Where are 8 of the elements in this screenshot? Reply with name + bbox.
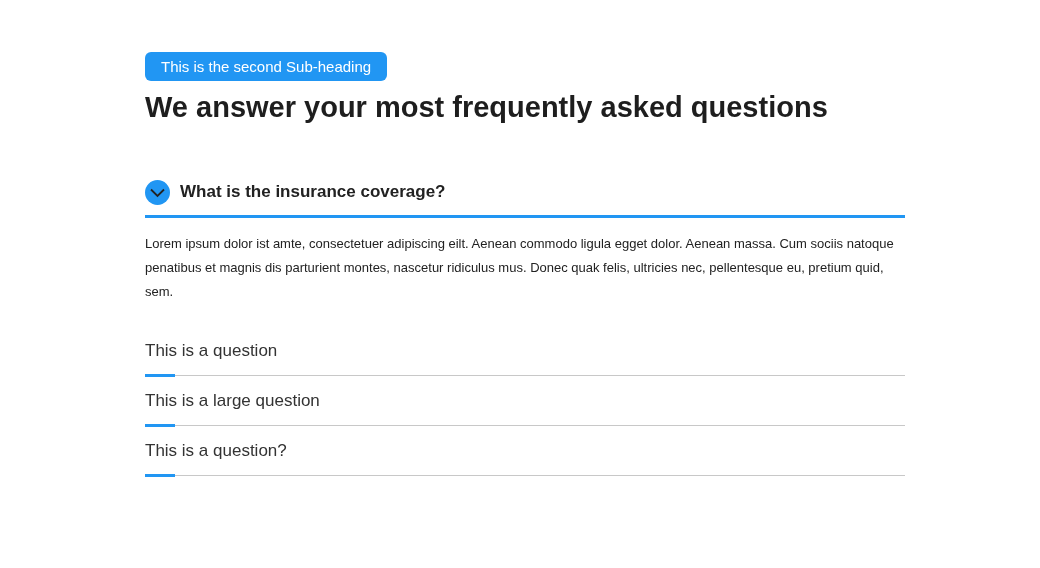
- answer-text: Lorem ipsum dolor ist amte, consectetuer adipiscing eilt. Aenean commodo ligula egget dolor. Aenean massa. Cum sociis natoque penatibus et magnis dis parturient montes, nascetur ridiculus mus. Donec quak felis, ultricies nec, pellentesque eu, pretium quid, sem.: [145, 235, 895, 301]
- sub-heading-badge: This is the second Sub-heading: [145, 52, 388, 81]
- page-heading: We answer your most frequently asked questions: [145, 90, 829, 125]
- question-title[interactable]: This is a large question: [145, 390, 320, 411]
- question-title[interactable]: This is a question: [145, 340, 278, 361]
- chevron-down-icon[interactable]: [145, 179, 170, 205]
- question-title[interactable]: This is a question?: [145, 440, 287, 461]
- question-title[interactable]: What is the insurance coverage?: [180, 182, 446, 202]
